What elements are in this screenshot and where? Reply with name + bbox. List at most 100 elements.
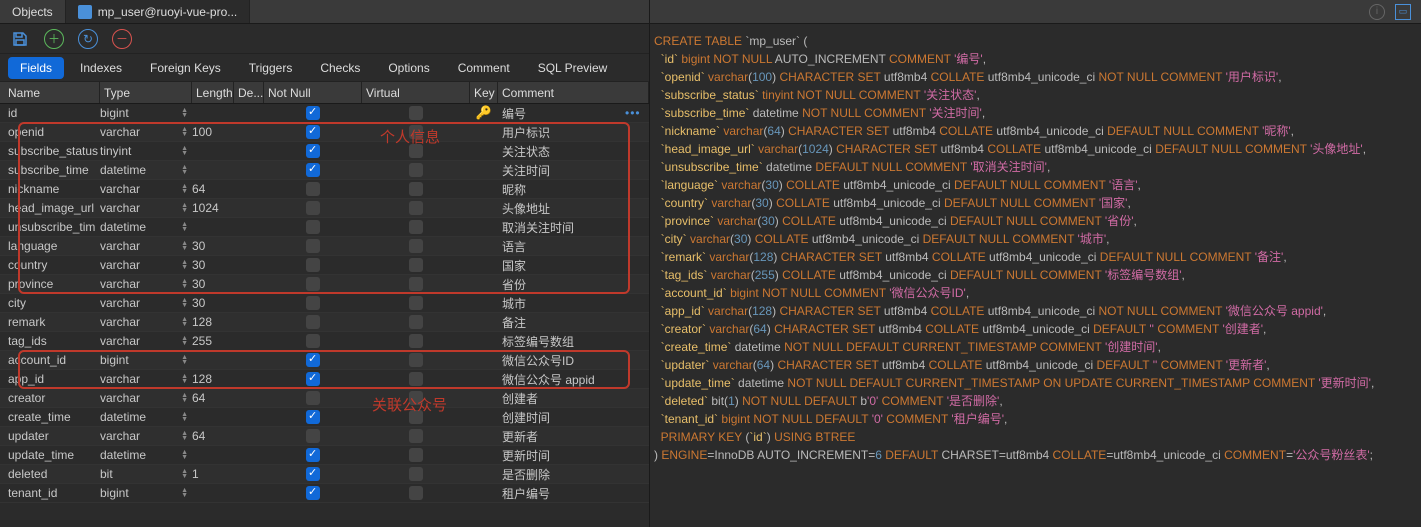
field-name[interactable]: creator (0, 391, 100, 405)
fields-grid[interactable]: 个人信息 关联公众号 idbigint▲▼🔑编号•••openidvarchar… (0, 104, 649, 527)
stepper-icon[interactable]: ▲▼ (181, 450, 188, 460)
notnull-checkbox[interactable] (264, 391, 362, 406)
stepper-icon[interactable]: ▲▼ (181, 336, 188, 346)
table-row[interactable]: languagevarchar▲▼30语言 (0, 237, 649, 256)
stepper-icon[interactable]: ▲▼ (181, 393, 188, 403)
field-type[interactable]: varchar▲▼ (100, 239, 192, 253)
field-name[interactable]: head_image_url (0, 201, 100, 215)
table-row[interactable]: nicknamevarchar▲▼64昵称 (0, 180, 649, 199)
field-comment[interactable]: 头像地址 (498, 200, 625, 217)
field-type[interactable]: varchar▲▼ (100, 391, 192, 405)
field-length[interactable]: 1024 (192, 201, 234, 215)
virtual-checkbox[interactable] (362, 296, 470, 311)
notnull-checkbox[interactable] (264, 467, 362, 482)
stepper-icon[interactable]: ▲▼ (181, 355, 188, 365)
field-length[interactable]: 64 (192, 429, 234, 443)
field-name[interactable]: deleted (0, 467, 100, 481)
virtual-checkbox[interactable] (362, 448, 470, 463)
notnull-checkbox[interactable] (264, 144, 362, 159)
stepper-icon[interactable]: ▲▼ (181, 108, 188, 118)
field-type[interactable]: varchar▲▼ (100, 296, 192, 310)
col-length[interactable]: Length (192, 82, 234, 103)
more-icon[interactable]: ••• (625, 106, 649, 120)
col-decimals[interactable]: De... (234, 82, 264, 103)
field-name[interactable]: tenant_id (0, 486, 100, 500)
virtual-checkbox[interactable] (362, 163, 470, 178)
field-length[interactable]: 64 (192, 182, 234, 196)
field-name[interactable]: city (0, 296, 100, 310)
sql-preview[interactable]: CREATE TABLE `mp_user` ( `id` bigint NOT… (650, 24, 1421, 527)
stepper-icon[interactable]: ▲▼ (181, 127, 188, 137)
notnull-checkbox[interactable] (264, 220, 362, 235)
stepper-icon[interactable]: ▲▼ (181, 165, 188, 175)
virtual-checkbox[interactable] (362, 353, 470, 368)
field-name[interactable]: remark (0, 315, 100, 329)
col-key[interactable]: Key (470, 82, 498, 103)
table-row[interactable]: create_timedatetime▲▼创建时间 (0, 408, 649, 427)
field-comment[interactable]: 更新时间 (498, 447, 625, 464)
subtab-foreign-keys[interactable]: Foreign Keys (138, 57, 233, 79)
notnull-checkbox[interactable] (264, 201, 362, 216)
subtab-sql-preview[interactable]: SQL Preview (526, 57, 620, 79)
virtual-checkbox[interactable] (362, 239, 470, 254)
virtual-checkbox[interactable] (362, 125, 470, 140)
field-comment[interactable]: 微信公众号ID (498, 352, 625, 369)
subtab-comment[interactable]: Comment (446, 57, 522, 79)
field-comment[interactable]: 取消关注时间 (498, 219, 625, 236)
notnull-checkbox[interactable] (264, 163, 362, 178)
add-field-button[interactable]: ＋ (44, 29, 64, 49)
notnull-checkbox[interactable] (264, 429, 362, 444)
stepper-icon[interactable]: ▲▼ (181, 431, 188, 441)
field-name[interactable]: nickname (0, 182, 100, 196)
table-row[interactable]: provincevarchar▲▼30省份 (0, 275, 649, 294)
field-type[interactable]: bigint▲▼ (100, 353, 192, 367)
save-button[interactable] (10, 29, 30, 49)
field-type[interactable]: varchar▲▼ (100, 429, 192, 443)
virtual-checkbox[interactable] (362, 334, 470, 349)
table-row[interactable]: cityvarchar▲▼30城市 (0, 294, 649, 313)
notnull-checkbox[interactable] (264, 448, 362, 463)
field-comment[interactable]: 备注 (498, 314, 625, 331)
field-name[interactable]: app_id (0, 372, 100, 386)
table-row[interactable]: app_idvarchar▲▼128微信公众号 appid (0, 370, 649, 389)
table-row[interactable]: account_idbigint▲▼ 微信公众号ID (0, 351, 649, 370)
field-name[interactable]: account_id (0, 353, 100, 367)
table-row[interactable]: creatorvarchar▲▼64创建者 (0, 389, 649, 408)
table-row[interactable]: tag_idsvarchar▲▼255标签编号数组 (0, 332, 649, 351)
stepper-icon[interactable]: ▲▼ (181, 222, 188, 232)
table-row[interactable]: countryvarchar▲▼30国家 (0, 256, 649, 275)
field-type[interactable]: datetime▲▼ (100, 163, 192, 177)
field-name[interactable]: id (0, 106, 100, 120)
notnull-checkbox[interactable] (264, 410, 362, 425)
field-length[interactable]: 255 (192, 334, 234, 348)
virtual-checkbox[interactable] (362, 410, 470, 425)
field-name[interactable]: subscribe_time (0, 163, 100, 177)
virtual-checkbox[interactable] (362, 429, 470, 444)
field-length[interactable]: 128 (192, 372, 234, 386)
field-name[interactable]: openid (0, 125, 100, 139)
table-row[interactable]: update_timedatetime▲▼更新时间 (0, 446, 649, 465)
refresh-button[interactable]: ↻ (78, 29, 98, 49)
field-type[interactable]: varchar▲▼ (100, 201, 192, 215)
virtual-checkbox[interactable] (362, 220, 470, 235)
field-name[interactable]: create_time (0, 410, 100, 424)
field-name[interactable]: updater (0, 429, 100, 443)
notnull-checkbox[interactable] (264, 125, 362, 140)
notnull-checkbox[interactable] (264, 334, 362, 349)
table-row[interactable]: openidvarchar▲▼100用户标识 (0, 123, 649, 142)
field-name[interactable]: country (0, 258, 100, 272)
table-row[interactable]: subscribe_timedatetime▲▼关注时间 (0, 161, 649, 180)
table-row[interactable]: unsubscribe_timdatetime▲▼取消关注时间 (0, 218, 649, 237)
tab-editor[interactable]: mp_user@ruoyi-vue-pro... (66, 0, 251, 23)
delete-field-button[interactable]: － (112, 29, 132, 49)
field-length[interactable]: 64 (192, 391, 234, 405)
field-name[interactable]: update_time (0, 448, 100, 462)
field-length[interactable]: 100 (192, 125, 234, 139)
field-comment[interactable]: 国家 (498, 257, 625, 274)
field-type[interactable]: tinyint▲▼ (100, 144, 192, 158)
virtual-checkbox[interactable] (362, 486, 470, 501)
field-comment[interactable]: 语言 (498, 238, 625, 255)
stepper-icon[interactable]: ▲▼ (181, 374, 188, 384)
field-type[interactable]: bit▲▼ (100, 467, 192, 481)
field-name[interactable]: subscribe_status (0, 144, 100, 158)
